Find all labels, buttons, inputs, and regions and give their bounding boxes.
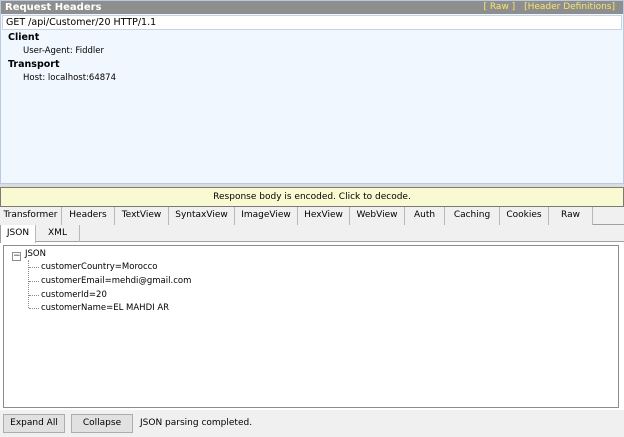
tab-syntaxview[interactable]: SyntaxView bbox=[169, 207, 235, 225]
tree-node-customer-country[interactable]: customerCountry=Morocco bbox=[41, 262, 158, 272]
tree-node-customer-email[interactable]: customerEmail=mehdi@gmail.com bbox=[41, 276, 191, 286]
tab-webview[interactable]: WebView bbox=[350, 207, 405, 225]
expand-all-button[interactable]: Expand All bbox=[3, 414, 65, 433]
tree-connector bbox=[29, 295, 39, 296]
tab-transformer[interactable]: Transformer bbox=[0, 207, 62, 225]
request-headers-links: [ Raw ] [Header Definitions] bbox=[478, 1, 616, 14]
raw-link[interactable]: [ Raw ] bbox=[484, 2, 516, 12]
tree-connector bbox=[29, 281, 39, 282]
response-subtabs: JSON XML bbox=[0, 225, 624, 243]
tab-caching[interactable]: Caching bbox=[445, 207, 500, 225]
decode-bar[interactable]: Response body is encoded. Click to decod… bbox=[0, 187, 624, 207]
tab-json[interactable]: JSON bbox=[0, 225, 36, 243]
tree-node-customer-id[interactable]: customerId=20 bbox=[41, 290, 107, 300]
header-group-transport[interactable]: Transport bbox=[8, 59, 60, 70]
json-root-node[interactable]: JSON bbox=[25, 249, 46, 259]
tab-cookies[interactable]: Cookies bbox=[500, 207, 549, 225]
status-text: JSON parsing completed. bbox=[140, 418, 253, 428]
tab-xml[interactable]: XML bbox=[36, 225, 80, 242]
request-headers-titlebar: Request Headers [ Raw ] [Header Definiti… bbox=[1, 1, 623, 14]
tab-hexview[interactable]: HexView bbox=[298, 207, 350, 225]
tree-connector bbox=[29, 267, 39, 268]
header-group-client[interactable]: Client bbox=[8, 32, 39, 43]
request-headers-title: Request Headers bbox=[5, 2, 102, 13]
response-inspector-tabs: Transformer Headers TextView SyntaxView … bbox=[0, 207, 624, 225]
request-headers-pane: Request Headers [ Raw ] [Header Definiti… bbox=[0, 0, 624, 184]
tree-node-customer-name[interactable]: customerName=EL MAHDI AR bbox=[41, 303, 169, 313]
header-host[interactable]: Host: localhost:64874 bbox=[23, 73, 116, 83]
collapse-button[interactable]: Collapse bbox=[71, 414, 133, 433]
bottom-toolbar: Expand All Collapse JSON parsing complet… bbox=[0, 410, 624, 437]
tree-connector bbox=[29, 308, 39, 309]
tab-headers[interactable]: Headers bbox=[62, 207, 115, 225]
tab-auth[interactable]: Auth bbox=[405, 207, 445, 225]
request-line: GET /api/Customer/20 HTTP/1.1 bbox=[2, 15, 622, 30]
tab-raw[interactable]: Raw bbox=[549, 207, 593, 225]
collapse-node-icon[interactable]: − bbox=[12, 252, 21, 261]
tab-imageview[interactable]: ImageView bbox=[235, 207, 298, 225]
tab-textview[interactable]: TextView bbox=[115, 207, 169, 225]
header-user-agent[interactable]: User-Agent: Fiddler bbox=[23, 46, 104, 56]
json-tree-view[interactable]: − JSON customerCountry=Morocco customerE… bbox=[3, 245, 619, 408]
header-definitions-link[interactable]: [Header Definitions] bbox=[524, 2, 615, 12]
